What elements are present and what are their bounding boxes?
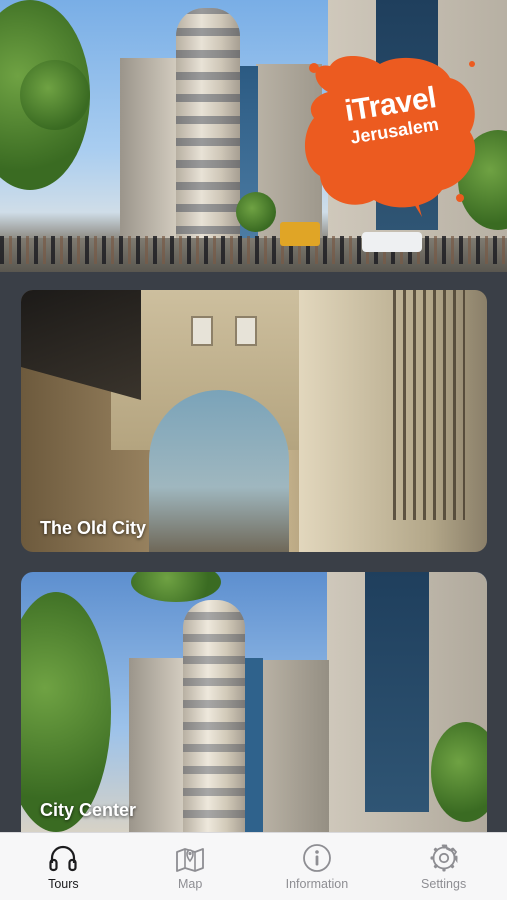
tour-card-old-city[interactable]: The Old City	[21, 290, 487, 552]
card-image-building	[261, 660, 329, 832]
tour-card-city-center[interactable]: City Center	[21, 572, 487, 832]
tab-tours[interactable]: Tours	[0, 833, 127, 900]
hero-tower	[176, 8, 240, 248]
tab-map[interactable]: Map	[127, 833, 254, 900]
tab-label: Settings	[421, 877, 467, 891]
card-image-awning	[21, 290, 141, 400]
hero-van	[362, 232, 422, 252]
hero-image: iTravel Jerusalem	[0, 0, 507, 272]
hero-crowd	[0, 236, 507, 264]
tab-information[interactable]: Information	[254, 833, 381, 900]
card-image-building	[129, 658, 187, 832]
hero-tree	[20, 60, 90, 130]
tour-title: City Center	[40, 800, 137, 820]
card-image-grille	[393, 290, 465, 520]
tab-bar: Tours Map Information Settings	[0, 832, 507, 900]
tab-settings[interactable]: Settings	[380, 833, 507, 900]
headphones-icon	[49, 845, 77, 872]
tour-title: The Old City	[40, 518, 147, 538]
card-image-window	[191, 316, 213, 346]
card-image-window	[235, 316, 257, 346]
card-image-building	[365, 572, 429, 812]
card-image-tree	[21, 592, 111, 832]
map-pin-icon	[176, 848, 205, 872]
card-image-tower	[183, 600, 245, 832]
info-icon	[302, 844, 331, 872]
card-image-arch	[149, 390, 289, 552]
tab-label: Tours	[48, 877, 79, 891]
hero-building	[120, 58, 182, 248]
card-image-building	[243, 658, 263, 832]
tab-label: Map	[177, 877, 203, 891]
hero-truck	[280, 222, 320, 246]
app-logo: iTravel Jerusalem	[300, 52, 480, 217]
card-image-tree	[131, 572, 221, 602]
tab-label: Information	[285, 877, 349, 891]
gear-icon	[430, 844, 458, 872]
hero-tree	[236, 192, 276, 232]
